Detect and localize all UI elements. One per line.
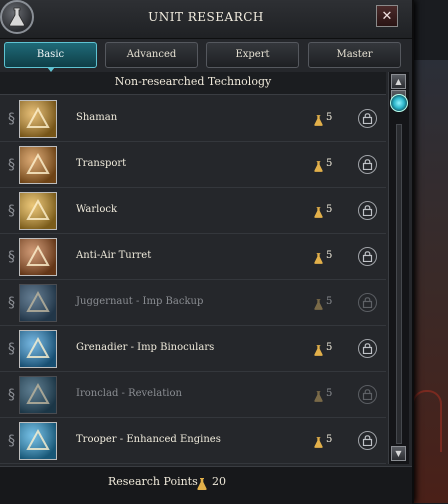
- shaman-icon: [19, 100, 57, 138]
- warlock-icon: [19, 192, 57, 230]
- technology-row[interactable]: § Anti-Air Turret 5: [0, 234, 386, 280]
- technology-cost: 5: [326, 388, 333, 399]
- bracket-decoration: §: [8, 157, 15, 173]
- research-flask-icon: [314, 203, 323, 222]
- juggernaut-upgrade-icon: [19, 284, 57, 322]
- lock-icon[interactable]: [358, 247, 377, 266]
- technology-row[interactable]: § Grenadier - Imp Binoculars 5: [0, 326, 386, 372]
- grenadier-upgrade-icon: [19, 330, 57, 368]
- bracket-decoration: §: [8, 295, 15, 311]
- technology-name: Transport: [76, 158, 127, 169]
- technology-name: Trooper - Enhanced Engines: [76, 434, 221, 445]
- technology-name: Anti-Air Turret: [76, 250, 152, 261]
- scroll-down-button[interactable]: ▼: [391, 446, 406, 461]
- technology-row[interactable]: § Transport 5: [0, 142, 386, 188]
- research-flask-icon: [314, 433, 323, 452]
- bracket-decoration: §: [8, 111, 15, 127]
- trooper-upgrade-icon: [19, 422, 57, 460]
- tab-expert[interactable]: Expert: [206, 42, 299, 68]
- research-flask-icon: [314, 111, 323, 130]
- title-bar: UNIT RESEARCH ✕: [0, 0, 412, 39]
- lock-icon[interactable]: [358, 431, 377, 450]
- research-flask-icon: [314, 295, 323, 314]
- technology-row[interactable]: § Juggernaut - Imp Backup 5: [0, 280, 386, 326]
- scroll-top-button[interactable]: ▲: [391, 74, 406, 89]
- lock-icon[interactable]: [358, 109, 377, 128]
- technology-cost: 5: [326, 204, 333, 215]
- technology-name: Grenadier - Imp Binoculars: [76, 342, 215, 353]
- scrollbar[interactable]: ▲ ▲ ▼: [388, 72, 409, 464]
- transport-icon: [19, 146, 57, 184]
- lock-icon[interactable]: [358, 385, 377, 404]
- research-points-value: 20: [212, 475, 226, 488]
- tab-advanced[interactable]: Advanced: [105, 42, 198, 68]
- window-title: UNIT RESEARCH: [148, 10, 264, 24]
- lamp-frame: [412, 390, 442, 452]
- section-title: Non-researched Technology: [0, 72, 386, 95]
- technology-row[interactable]: § Ironclad - Revelation 5: [0, 372, 386, 418]
- bracket-decoration: §: [8, 433, 15, 449]
- unit-research-window: UNIT RESEARCH ✕ Basic Advanced Expert Ma…: [0, 0, 414, 504]
- bracket-decoration: §: [8, 249, 15, 265]
- bracket-decoration: §: [8, 203, 15, 219]
- research-points-label: Research Points: [108, 475, 198, 488]
- research-flask-icon: [314, 341, 323, 360]
- technology-cost: 5: [326, 296, 333, 307]
- lock-icon[interactable]: [358, 155, 377, 174]
- technology-cost: 5: [326, 250, 333, 261]
- technology-cost: 5: [326, 158, 333, 169]
- background-scenery: [408, 60, 448, 503]
- bracket-decoration: §: [8, 387, 15, 403]
- lock-icon[interactable]: [358, 293, 377, 312]
- research-flask-icon: [314, 157, 323, 176]
- technology-row[interactable]: § Warlock 5: [0, 188, 386, 234]
- research-flask-icon: [197, 475, 207, 494]
- technology-name: Warlock: [76, 204, 118, 215]
- research-tier-tabs: Basic Advanced Expert Master: [0, 42, 412, 72]
- technology-name: Juggernaut - Imp Backup: [76, 296, 204, 307]
- research-emblem-icon: [0, 0, 34, 34]
- lock-icon[interactable]: [358, 339, 377, 358]
- close-button[interactable]: ✕: [376, 5, 398, 27]
- bracket-decoration: §: [8, 341, 15, 357]
- technology-row[interactable]: § Trooper - Enhanced Engines 5: [0, 418, 386, 464]
- scroll-track[interactable]: [396, 124, 402, 444]
- technology-cost: 5: [326, 434, 333, 445]
- lock-icon[interactable]: [358, 201, 377, 220]
- tab-master[interactable]: Master: [308, 42, 401, 68]
- technology-cost: 5: [326, 342, 333, 353]
- research-flask-icon: [314, 387, 323, 406]
- technology-name: Shaman: [76, 112, 118, 123]
- technology-list: § Shaman 5 § Transport 5 § Warlock 5 § Anti-Air Tu…: [0, 96, 386, 466]
- anti-air-turret-icon: [19, 238, 57, 276]
- technology-cost: 5: [326, 112, 333, 123]
- technology-name: Ironclad - Revelation: [76, 388, 182, 399]
- tab-basic[interactable]: Basic: [4, 42, 97, 72]
- scroll-thumb[interactable]: [390, 94, 408, 112]
- ironclad-upgrade-icon: [19, 376, 57, 414]
- research-points-bar: Research Points 20: [0, 466, 412, 504]
- research-flask-icon: [314, 249, 323, 268]
- technology-row[interactable]: § Shaman 5: [0, 96, 386, 142]
